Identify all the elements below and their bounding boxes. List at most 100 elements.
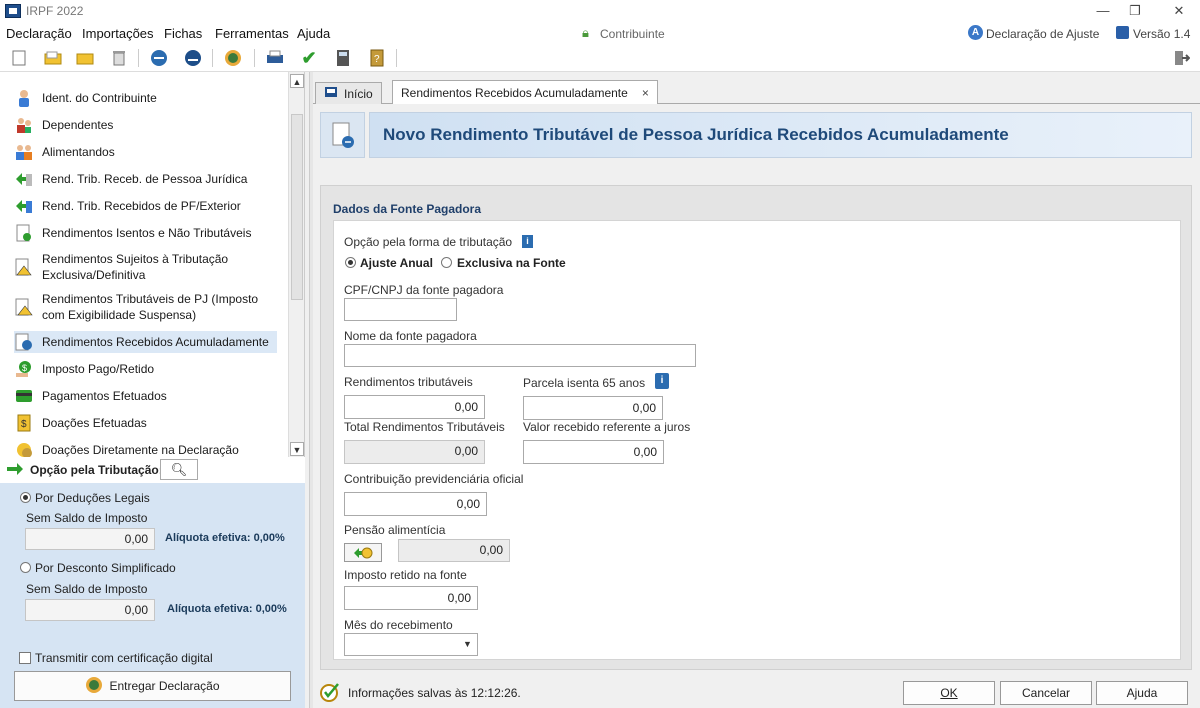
entregar-button[interactable]: Entregar Declaração (14, 671, 291, 701)
cpf-label: CPF/CNPJ da fonte pagadora (344, 283, 504, 297)
toolbar-separator (212, 49, 213, 67)
restore-button[interactable]: ❐ (1122, 2, 1148, 20)
nav-label: Rendimentos Isentos e Não Tributáveis (42, 226, 252, 240)
arrow-money-icon (14, 196, 34, 216)
nav-dependentes[interactable]: Dependentes (14, 115, 304, 135)
nav-label: Dependentes (42, 118, 114, 132)
nav-label: Rend. Trib. Receb. de Pessoa Jurídica (42, 172, 248, 186)
total-label: Total Rendimentos Tributáveis (344, 420, 505, 434)
nav-label: Rend. Trib. Recebidos de PF/Exterior (42, 199, 241, 213)
nav-alimentandos[interactable]: Alimentandos (14, 142, 304, 162)
money-arrow-icon (354, 547, 373, 558)
exclusiva-label: Exclusiva na Fonte (457, 256, 566, 270)
cpf-input[interactable] (344, 298, 457, 321)
folder-icon[interactable] (74, 47, 96, 69)
ok-label: OK (940, 686, 958, 700)
pensao-value: 0,00 (398, 539, 510, 562)
close-button[interactable]: ✕ (1166, 2, 1192, 20)
menu-importacoes[interactable]: Importações (82, 26, 154, 41)
family-icon (14, 142, 34, 162)
calculator-icon[interactable] (332, 47, 354, 69)
mes-select[interactable]: ▼ (344, 633, 478, 656)
trash-icon[interactable] (108, 47, 130, 69)
tab-close-icon[interactable]: × (642, 86, 649, 100)
minimize-button[interactable]: — (1090, 2, 1116, 20)
scroll-thumb[interactable] (291, 114, 303, 300)
print-icon[interactable] (264, 47, 286, 69)
nav-rend-acumuladamente[interactable]: Rendimentos Recebidos Acumuladamente (14, 331, 277, 353)
card-icon (14, 386, 34, 406)
nav-label-line2: com Exigibilidade Suspensa) (42, 308, 197, 322)
menu-ferramentas[interactable]: Ferramentas (215, 26, 289, 41)
nav-pagamentos[interactable]: Pagamentos Efetuados (14, 386, 304, 406)
versao-icon (1116, 26, 1129, 39)
deducoes-value: 0,00 (25, 528, 155, 550)
nav-ident-contribuinte[interactable]: Ident. do Contribuinte (14, 88, 304, 108)
nav-imposto-pago[interactable]: $ Imposto Pago/Retido (14, 359, 304, 379)
receive-icon[interactable] (182, 47, 204, 69)
cancel-button[interactable]: Cancelar (1000, 681, 1092, 705)
title-bar: IRPF 2022 — ❐ ✕ (0, 0, 1200, 22)
help-label: Ajuda (1126, 686, 1158, 700)
rend-trib-label: Rendimentos tributáveis (344, 375, 473, 389)
cert-checkbox[interactable] (19, 652, 31, 664)
fichas-nav: Ident. do Contribuinte Dependentes Alime… (0, 72, 305, 458)
exclusiva-radio[interactable] (441, 257, 452, 271)
menu-fichas[interactable]: Fichas (164, 26, 202, 41)
menu-declaracao[interactable]: Declaração (6, 26, 72, 41)
scroll-up-arrow[interactable]: ▲ (290, 74, 304, 88)
search-button[interactable]: 🔍︎ (160, 459, 198, 480)
form-title: Novo Rendimento Tributável de Pessoa Jur… (383, 125, 1009, 144)
pensao-detail-button[interactable] (344, 543, 382, 562)
imposto-input[interactable]: 0,00 (344, 586, 478, 610)
contrib-input[interactable]: 0,00 (344, 492, 487, 516)
info-icon[interactable]: i (655, 373, 669, 389)
cert-label: Transmitir com certificação digital (35, 651, 213, 665)
juros-input[interactable]: 0,00 (523, 440, 664, 464)
help-button[interactable]: Ajuda (1096, 681, 1188, 705)
ajuste-icon: A (968, 25, 983, 40)
scroll-down-arrow[interactable]: ▼ (290, 442, 304, 456)
tab-inicio[interactable]: Início (315, 82, 382, 104)
nav-label: Alimentandos (42, 145, 115, 159)
nav-rend-isentos[interactable]: Rendimentos Isentos e Não Tributáveis (14, 223, 304, 243)
transmit-icon[interactable] (148, 47, 170, 69)
nav-scrollbar[interactable]: ▲ ▼ (288, 72, 304, 457)
globe-icon[interactable] (222, 47, 244, 69)
ok-button[interactable]: OK (903, 681, 995, 705)
contrib-label: Contribuição previdenciária oficial (344, 472, 524, 486)
menu-ajuda[interactable]: Ajuda (297, 26, 330, 41)
deducoes-radio[interactable] (20, 492, 31, 506)
exit-icon[interactable] (1170, 47, 1192, 69)
banner-title-box: Novo Rendimento Tributável de Pessoa Jur… (369, 112, 1192, 158)
help-book-icon[interactable]: ? (366, 47, 388, 69)
nav-rend-trib-pf[interactable]: Rend. Trib. Recebidos de PF/Exterior (14, 196, 304, 216)
nome-input[interactable] (344, 344, 696, 367)
globe-icon (85, 676, 103, 697)
toolbar-separator (254, 49, 255, 67)
nav-label: Doações Diretamente na Declaração (42, 443, 239, 457)
info-icon[interactable]: i (522, 235, 533, 248)
juros-label: Valor recebido referente a juros (523, 420, 691, 434)
svg-text:$: $ (22, 363, 27, 373)
family-icon (14, 115, 34, 135)
checkmark-icon[interactable]: ✔ (298, 47, 320, 69)
declaracao-ajuste-label[interactable]: Declaração de Ajuste (986, 27, 1099, 41)
contribuinte-label: Contribuinte (600, 27, 665, 41)
ajuste-anual-radio[interactable] (345, 257, 356, 271)
nav-doacoes[interactable]: $ Doações Efetuadas (14, 413, 304, 433)
tab-active-label: Rendimentos Recebidos Acumuladamente (401, 86, 628, 100)
new-file-icon[interactable] (8, 47, 30, 69)
tab-rendimentos-acumuladamente[interactable]: Rendimentos Recebidos Acumuladamente × (392, 80, 658, 105)
section-title: Dados da Fonte Pagadora (333, 202, 482, 216)
tab-strip: Início Rendimentos Recebidos Acumuladame… (313, 80, 1200, 105)
parcela-input[interactable]: 0,00 (523, 396, 663, 420)
nav-rend-trib-pj[interactable]: Rend. Trib. Receb. de Pessoa Jurídica (14, 169, 304, 189)
open-folder-icon[interactable] (42, 47, 64, 69)
versao-label: Versão 1.4 (1133, 27, 1191, 41)
rend-trib-input[interactable]: 0,00 (344, 395, 485, 419)
nav-rend-exclusiva[interactable]: Rendimentos Sujeitos à Tributação Exclusi… (14, 250, 304, 284)
ajuste-radio-dot (345, 257, 356, 268)
simplificado-radio[interactable] (20, 562, 31, 576)
nav-rend-exigibilidade[interactable]: Rendimentos Tributáveis de PJ (Imposto co… (14, 290, 304, 324)
